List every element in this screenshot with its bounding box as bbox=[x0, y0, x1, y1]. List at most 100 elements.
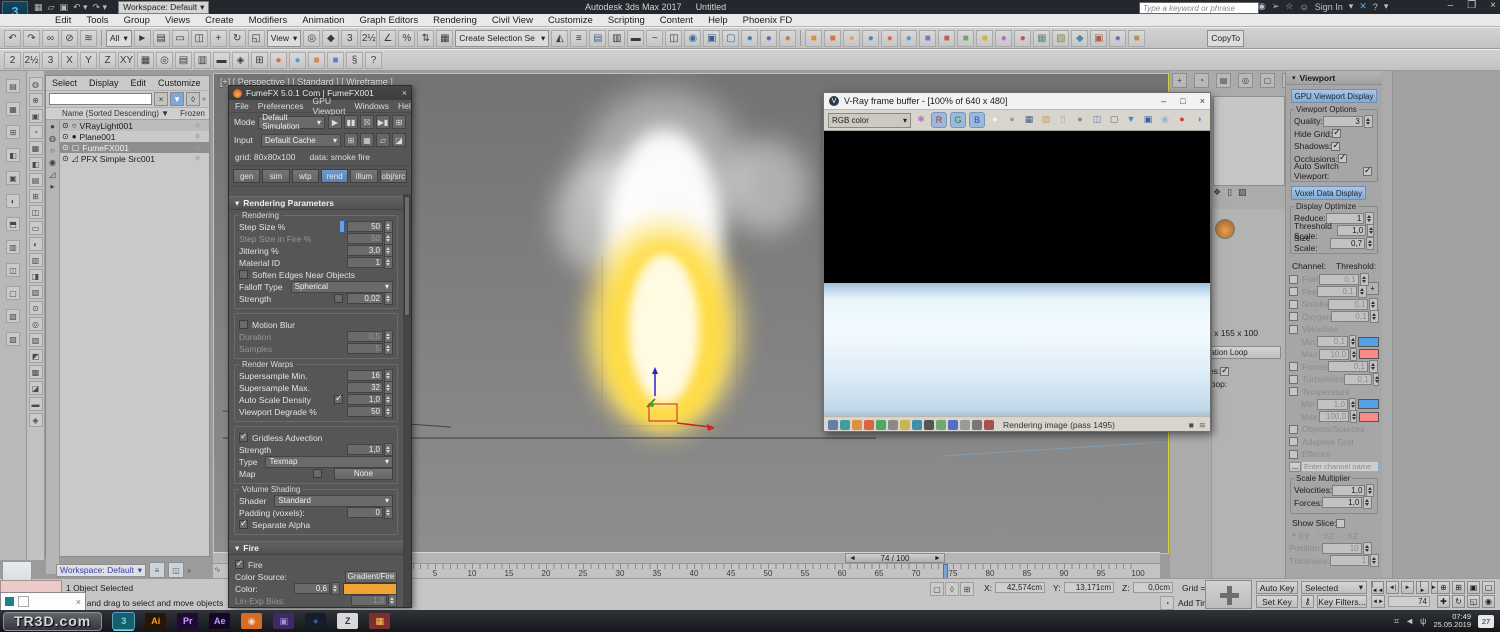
side-tool-15-icon[interactable]: ◎ bbox=[28, 317, 43, 331]
select-and-rotate-icon[interactable]: ↻ bbox=[228, 29, 246, 47]
multi-scatter-icon[interactable]: ● bbox=[995, 29, 1013, 47]
channel-name-input[interactable]: Enter channel name bbox=[1301, 461, 1379, 472]
scene-search-input[interactable] bbox=[49, 93, 153, 105]
temperature-checkbox[interactable] bbox=[1289, 387, 1298, 396]
filter-icon[interactable]: ▼ bbox=[170, 92, 185, 106]
compare-vertical-icon[interactable] bbox=[876, 420, 886, 430]
material-editor-icon[interactable]: ◉ bbox=[684, 29, 702, 47]
spinner[interactable] bbox=[384, 506, 393, 519]
edit-named-selections-icon[interactable]: ▦ bbox=[436, 29, 454, 47]
copy-to-clipboard-icon[interactable]: ▯ bbox=[1056, 112, 1070, 126]
caches-checkbox[interactable] bbox=[1220, 365, 1230, 376]
gridless-advection-checkbox[interactable] bbox=[239, 431, 248, 442]
supersample-min--field[interactable]: 16 bbox=[347, 370, 383, 381]
rendered-frame-window-icon[interactable]: ▢ bbox=[722, 29, 740, 47]
effector-checkbox[interactable] bbox=[1289, 449, 1298, 459]
occlusions--checkbox[interactable] bbox=[1337, 152, 1347, 163]
scene-object-row[interactable]: ⊙ ▢ FumeFX001 ✳ bbox=[60, 142, 209, 153]
spinner[interactable] bbox=[1350, 410, 1357, 423]
fumefx-icon[interactable] bbox=[1215, 218, 1235, 239]
new-scene-icon[interactable]: ▦ bbox=[34, 2, 43, 13]
auto-switch-viewport--checkbox[interactable] bbox=[1363, 165, 1372, 176]
dock-tool-6-icon[interactable]: ⬒ bbox=[6, 217, 20, 231]
vray-utility-1-icon[interactable]: ■ bbox=[308, 51, 325, 69]
strength-field[interactable]: 0,02 bbox=[347, 293, 383, 304]
vfb-titlebar[interactable]: V V-Ray frame buffer - [100% of 640 x 48… bbox=[824, 93, 1210, 109]
workspace-dropdown[interactable]: Workspace: Default ▾ bbox=[118, 0, 210, 14]
menu-tools[interactable]: Tools bbox=[86, 15, 108, 26]
spinner-snap-icon[interactable]: ⇅ bbox=[417, 29, 435, 47]
playback--button[interactable]: |► bbox=[1416, 581, 1429, 594]
channel-select[interactable]: RGB color ▾ bbox=[828, 112, 911, 128]
axis-constraint-z-icon[interactable]: Z bbox=[99, 51, 116, 69]
render-production-icon[interactable]: ● bbox=[741, 29, 759, 47]
dock-tool-0-icon[interactable]: ▤ bbox=[6, 79, 20, 93]
stereo-toggle-icon[interactable] bbox=[960, 420, 970, 430]
motion-tab-icon[interactable]: ◎ bbox=[1238, 73, 1253, 88]
spinner[interactable] bbox=[1365, 211, 1374, 225]
frozen-cell-icon[interactable]: ✳ bbox=[194, 121, 201, 130]
menu-customize[interactable]: Customize bbox=[548, 15, 593, 26]
auto-key-button[interactable]: Auto Key bbox=[1256, 581, 1298, 594]
usb-tray-icon[interactable]: ψ bbox=[1420, 616, 1426, 627]
fumefx-menu-file[interactable]: File bbox=[235, 101, 249, 111]
dock-tool-9-icon[interactable]: ▢ bbox=[6, 286, 20, 300]
open-cache-icon[interactable]: ▱ bbox=[376, 133, 390, 147]
zoom-extents-icon[interactable]: ▣ bbox=[1467, 581, 1480, 594]
vray-toolbar-3-icon[interactable]: ● bbox=[843, 29, 861, 47]
z-coordinate-field[interactable]: 0,0cm bbox=[1133, 582, 1173, 593]
archive-taskbar-icon[interactable]: ▦ bbox=[369, 613, 391, 629]
spinner[interactable] bbox=[384, 405, 393, 418]
percent-snap-icon[interactable]: % bbox=[398, 29, 416, 47]
falloff-type-dropdown[interactable]: Spherical ▾ bbox=[290, 280, 393, 293]
fumefx-menu-windows[interactable]: Windows bbox=[354, 101, 388, 111]
snaps-2d-icon[interactable]: 2 bbox=[4, 51, 21, 69]
polygon-count-icon[interactable]: ▦ bbox=[137, 51, 154, 69]
isolate-selection-icon[interactable]: ◎ bbox=[156, 51, 173, 69]
spinner[interactable] bbox=[1369, 297, 1379, 311]
fumefx-tab-illum[interactable]: illum bbox=[350, 169, 378, 183]
zoom-all-icon[interactable]: ⊞ bbox=[1452, 581, 1465, 594]
shadows--checkbox[interactable] bbox=[1331, 140, 1341, 151]
search-icon[interactable]: ◉ bbox=[1258, 1, 1266, 12]
gpu-viewport-display-button[interactable]: GPU Viewport Display bbox=[1291, 89, 1377, 103]
info-badge-icon[interactable] bbox=[852, 420, 862, 430]
frame-step-buttons[interactable]: ◄► bbox=[1371, 595, 1385, 608]
side-tool-1-icon[interactable]: ⊕ bbox=[28, 93, 43, 107]
3ds-max-taskbar-icon[interactable]: 3 bbox=[113, 613, 135, 629]
spinner[interactable] bbox=[1350, 347, 1357, 361]
fumefx-tab-obj-src[interactable]: obj/src bbox=[379, 169, 407, 183]
time-tag-icon[interactable]: ◔ bbox=[1160, 596, 1174, 610]
script-tool-icon[interactable]: § bbox=[346, 51, 363, 69]
axis-constraint-x-icon[interactable]: X bbox=[61, 51, 78, 69]
make-unique-icon[interactable]: ❖ bbox=[1213, 187, 1221, 198]
frozen-cell-icon[interactable]: ✳ bbox=[194, 154, 201, 163]
fire-rollout[interactable]: ▾ Fire bbox=[229, 541, 403, 555]
modifier-stack[interactable] bbox=[1213, 96, 1285, 186]
menu-animation[interactable]: Animation bbox=[302, 15, 344, 26]
scene-object-row[interactable]: ⊙ ○ VRayLight001 ✳ bbox=[60, 120, 209, 131]
vray-toolbar-1-icon[interactable]: ■ bbox=[805, 29, 823, 47]
velocities--field[interactable]: 1,0 bbox=[1332, 484, 1366, 496]
spinner[interactable] bbox=[1366, 483, 1374, 497]
simulation-loop-button[interactable]: Simulation Loop bbox=[1212, 345, 1281, 359]
visibility-eye-icon[interactable]: ⊙ bbox=[62, 132, 69, 141]
display-tab-icon[interactable]: ▢ bbox=[1260, 73, 1275, 88]
side-tool-10-icon[interactable]: ◐ bbox=[28, 237, 43, 251]
playback--button[interactable]: ► bbox=[1401, 581, 1414, 594]
adaptive-grid-checkbox[interactable] bbox=[1289, 437, 1298, 446]
signin-button[interactable]: Sign In bbox=[1315, 2, 1343, 12]
named-views-icon[interactable]: ◈ bbox=[232, 51, 249, 69]
side-tool-7-icon[interactable]: ⊞ bbox=[28, 189, 43, 203]
strength-checkbox[interactable] bbox=[334, 294, 343, 303]
misc-tool-6-icon[interactable]: ■ bbox=[1128, 29, 1146, 47]
dock-tool-3-icon[interactable]: ◧ bbox=[6, 148, 20, 162]
motion-blur-checkbox[interactable] bbox=[239, 320, 248, 329]
chevron-down-icon[interactable]: ▾ bbox=[1349, 1, 1354, 12]
dock-tool-8-icon[interactable]: ◫ bbox=[6, 263, 20, 277]
position--field[interactable]: 10 bbox=[1321, 542, 1362, 554]
undo-icon[interactable]: ↶ ▾ bbox=[73, 2, 88, 13]
close-button[interactable]: × bbox=[1200, 96, 1205, 106]
snap-toggle-3-icon[interactable]: 3 bbox=[341, 29, 359, 47]
overflow-icon[interactable]: » bbox=[187, 566, 191, 575]
